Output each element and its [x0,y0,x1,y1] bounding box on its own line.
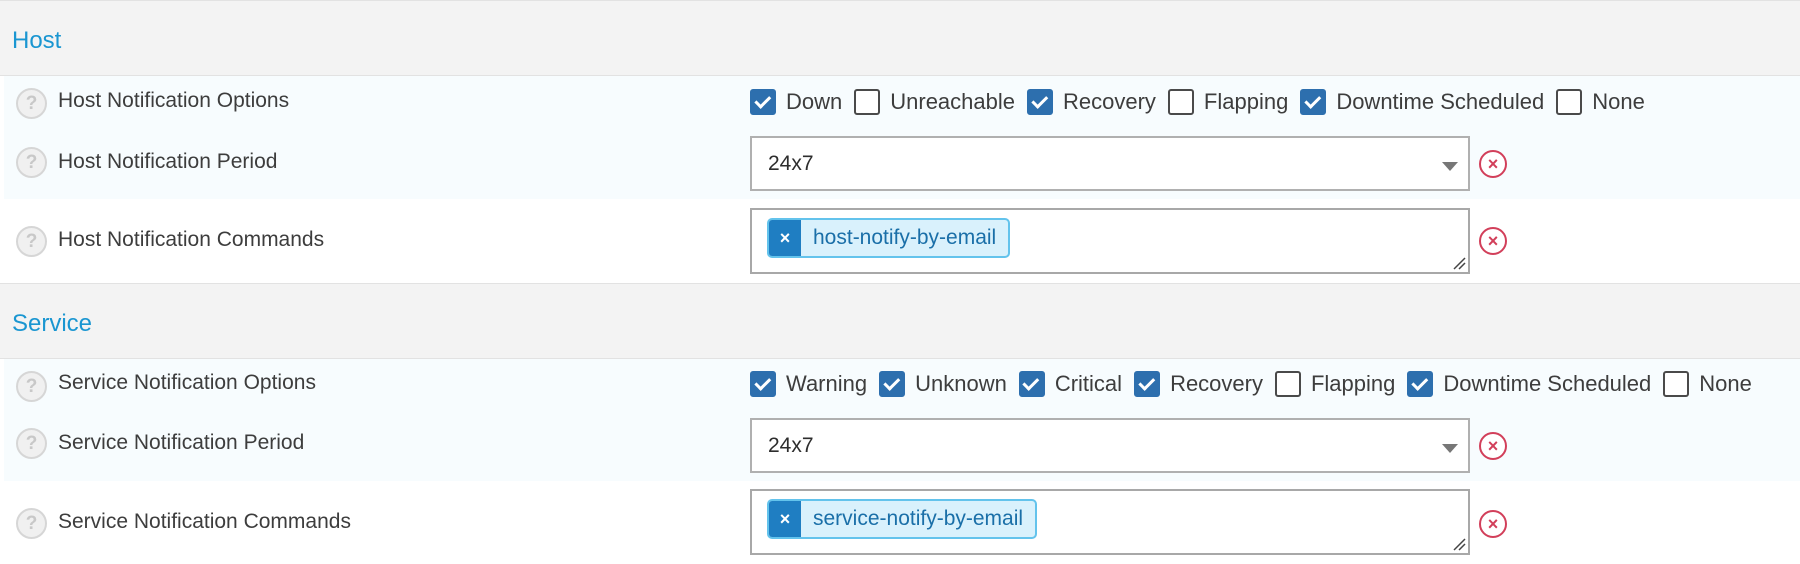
help-icon[interactable]: ? [16,226,47,257]
host-notification-period-row: ? Host Notification Period 24x7 × [4,131,1800,199]
service-option-none[interactable]: None [1663,371,1752,397]
tag-label: service-notify-by-email [813,507,1024,530]
help-icon[interactable]: ? [16,88,47,119]
host-notification-options-label: Host Notification Options [58,89,290,112]
clear-icon[interactable]: × [1479,150,1507,178]
service-notification-period-label: Service Notification Period [58,431,305,454]
help-icon[interactable]: ? [16,508,47,539]
checkbox-label: Downtime Scheduled [1336,89,1545,114]
service-option-recovery[interactable]: Recovery [1134,371,1263,397]
host-notification-period-select[interactable]: 24x7 [750,136,1470,191]
checkbox-label: Critical [1054,371,1123,396]
checkbox[interactable] [1134,371,1161,397]
service-notification-commands-label: Service Notification Commands [58,510,351,533]
checkbox-label: Flapping [1203,89,1289,114]
checkbox[interactable] [854,89,881,115]
checkbox-label: Flapping [1310,371,1396,396]
service-notification-options-checkboxes: Warning Unknown Critical Recovery Flappi… [750,371,1764,397]
service-notification-options-label: Service Notification Options [58,371,316,394]
tag-label: host-notify-by-email [813,226,997,249]
checkbox[interactable] [750,89,776,115]
checkbox-label: Unknown [915,371,1007,396]
select-value: 24x7 [768,434,814,457]
service-section-header: Service [0,283,1800,359]
checkbox[interactable] [1407,371,1434,397]
chevron-down-icon[interactable] [1442,162,1458,171]
host-notification-commands-input[interactable]: × host-notify-by-email [750,208,1470,274]
checkbox-label: None [1699,371,1752,396]
checkbox[interactable] [1167,89,1194,115]
checkbox[interactable] [879,371,906,397]
select-value: 24x7 [768,152,814,175]
clear-icon[interactable]: × [1479,510,1507,538]
host-notification-commands-row: ? Host Notification Commands × host-noti… [4,199,1800,283]
service-notification-period-row: ? Service Notification Period 24x7 × [4,412,1800,481]
host-option-downtime-scheduled[interactable]: Downtime Scheduled [1300,89,1544,115]
checkbox-label: Down [786,89,843,114]
service-option-downtime-scheduled[interactable]: Downtime Scheduled [1407,371,1651,397]
host-notification-period-label: Host Notification Period [58,150,278,173]
help-icon[interactable]: ? [16,147,47,178]
checkbox[interactable] [1027,89,1053,115]
host-option-none[interactable]: None [1556,89,1645,115]
checkbox[interactable] [750,371,776,397]
host-option-unreachable[interactable]: Unreachable [854,89,1015,115]
checkbox[interactable] [1300,89,1327,115]
clear-icon[interactable]: × [1479,432,1507,460]
remove-tag-icon[interactable]: × [769,501,801,537]
host-notification-commands-label: Host Notification Commands [58,228,325,251]
service-option-critical[interactable]: Critical [1018,371,1123,397]
checkbox-label: None [1592,89,1645,114]
checkbox-label: Warning [786,371,868,396]
service-section-title: Service [12,310,93,337]
checkbox[interactable] [1018,371,1045,397]
clear-icon[interactable]: × [1479,227,1507,255]
service-option-unknown[interactable]: Unknown [879,371,1007,397]
host-notification-options-checkboxes: Down Unreachable Recovery Flapping Downt… [750,89,1657,115]
checkbox-label: Unreachable [890,89,1015,114]
host-option-flapping[interactable]: Flapping [1167,89,1289,115]
service-notification-options-row: ? Service Notification Options Warning U… [4,359,1800,412]
service-notification-period-select[interactable]: 24x7 [750,418,1470,473]
help-icon[interactable]: ? [16,428,47,459]
resize-handle-icon[interactable] [1452,537,1466,551]
checkbox[interactable] [1556,89,1583,115]
command-tag: × service-notify-by-email [767,499,1038,539]
service-notification-commands-input[interactable]: × service-notify-by-email [750,489,1470,555]
resize-handle-icon[interactable] [1452,256,1466,270]
service-option-warning[interactable]: Warning [750,371,867,397]
service-notification-commands-row: ? Service Notification Commands × servic… [4,481,1800,564]
command-tag: × host-notify-by-email [767,218,1011,258]
checkbox[interactable] [1274,371,1301,397]
host-option-recovery[interactable]: Recovery [1027,89,1156,115]
host-section-header: Host [0,0,1800,76]
host-notification-options-row: ? Host Notification Options Down Unreach… [4,76,1800,131]
host-section-title: Host [12,27,62,54]
host-option-down[interactable]: Down [750,89,842,115]
checkbox[interactable] [1663,371,1690,397]
checkbox-label: Recovery [1170,371,1263,396]
service-option-flapping[interactable]: Flapping [1274,371,1396,397]
remove-tag-icon[interactable]: × [769,220,801,256]
checkbox-label: Downtime Scheduled [1443,371,1652,396]
help-icon[interactable]: ? [16,371,47,402]
chevron-down-icon[interactable] [1442,444,1458,453]
checkbox-label: Recovery [1063,89,1156,114]
